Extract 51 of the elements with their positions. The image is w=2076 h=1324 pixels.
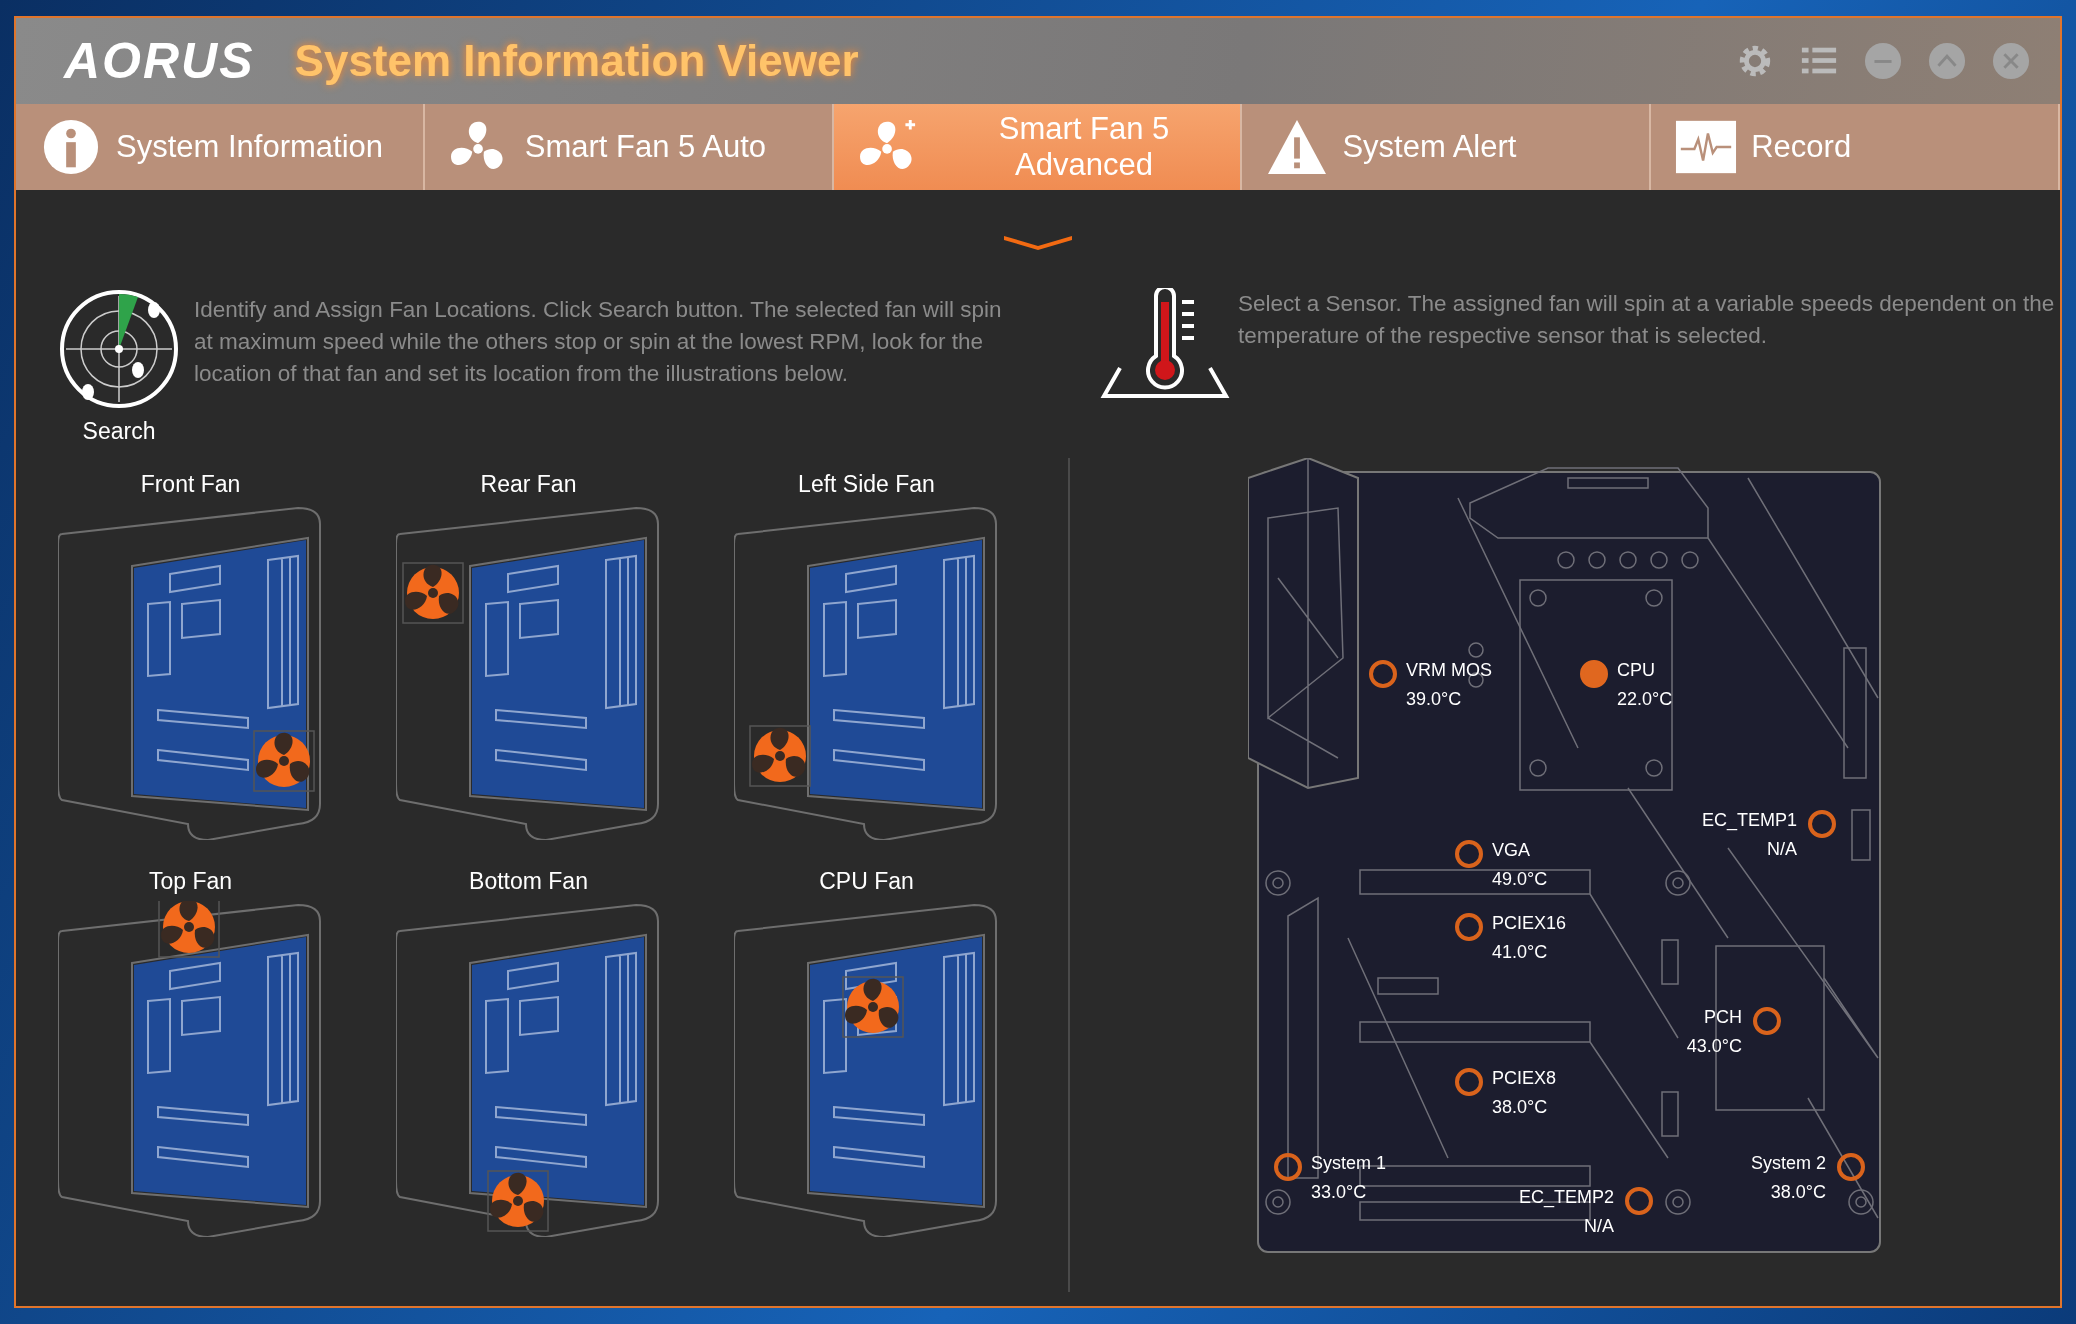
warning-icon bbox=[1266, 118, 1329, 176]
sensor-selector[interactable] bbox=[1455, 1068, 1483, 1096]
sensor-name: PCIEX8 bbox=[1492, 1068, 1557, 1089]
sensor-temperature: 38.0°C bbox=[1492, 1097, 1548, 1118]
waveform-icon bbox=[1675, 118, 1738, 176]
sensor-selector[interactable] bbox=[1274, 1153, 1302, 1181]
sensor-name: VRM MOS bbox=[1406, 660, 1492, 681]
fan-location-label: CPU Fan bbox=[819, 868, 914, 895]
sensor-name: EC_TEMP1 bbox=[1701, 810, 1797, 831]
sensor-temperature: 39.0°C bbox=[1406, 689, 1462, 710]
tab[interactable]: Smart Fan 5 Advanced bbox=[833, 104, 1243, 190]
sensor-selector[interactable] bbox=[1455, 840, 1483, 868]
sensor-name: System 2 bbox=[1750, 1153, 1826, 1174]
sensor-temperature: 38.0°C bbox=[1770, 1182, 1826, 1203]
search-button[interactable]: Search bbox=[58, 288, 180, 445]
sensor-temperature: 33.0°C bbox=[1311, 1182, 1367, 1203]
radar-icon bbox=[58, 288, 180, 410]
instructions-text: Identify and Assign Fan Locations. Click Search button. The selected fan will spin at maximum speed while the others stop or spin at the lowest RPM, look for the location of that fan and set its location from the illustrations below. bbox=[194, 296, 1003, 388]
sensor-name: CPU bbox=[1617, 660, 1655, 681]
sensor-name: PCIEX16 bbox=[1492, 913, 1567, 934]
sensor-temperature: 49.0°C bbox=[1492, 869, 1548, 890]
pc-case-drawing[interactable] bbox=[734, 504, 999, 840]
sensor-selector[interactable] bbox=[1455, 913, 1483, 941]
sensor-temperature: N/A bbox=[1767, 839, 1797, 860]
pc-case-drawing[interactable] bbox=[58, 901, 323, 1237]
fan-location-label: Left Side Fan bbox=[798, 471, 935, 498]
sensor-name: System 1 bbox=[1311, 1153, 1387, 1174]
sensor-selector[interactable] bbox=[1808, 810, 1836, 838]
pc-case-drawing[interactable] bbox=[58, 504, 323, 840]
fan-location-label: Bottom Fan bbox=[469, 868, 588, 895]
fan-location-label: Top Fan bbox=[148, 868, 233, 895]
sensor-temperature: N/A bbox=[1584, 1216, 1614, 1237]
sensor-temperature: 41.0°C bbox=[1492, 942, 1548, 963]
sensor-name: PCH bbox=[1704, 1007, 1742, 1028]
pc-case-drawing[interactable] bbox=[396, 504, 661, 840]
sensor-selector[interactable] bbox=[1837, 1153, 1865, 1181]
sensor-selector[interactable] bbox=[1369, 660, 1397, 688]
sensor-name: VGA bbox=[1492, 840, 1530, 861]
sensor-name: EC_TEMP2 bbox=[1518, 1187, 1614, 1208]
thermometer-icon bbox=[1100, 288, 1230, 400]
sensor-temperature: 43.0°C bbox=[1686, 1036, 1742, 1057]
logo: AORUS bbox=[64, 32, 255, 90]
sensor-selector[interactable] bbox=[1753, 1007, 1781, 1035]
instructions-text: Select a Sensor. The assigned fan will spin at a variable speeds dependent on the temperature of the respective sensor that is selected. bbox=[1238, 290, 2056, 350]
window-title: System Information Viewer bbox=[294, 36, 860, 86]
pc-case-drawing[interactable] bbox=[396, 901, 661, 1237]
sensor-temperature: 22.0°C bbox=[1617, 689, 1673, 710]
fan-location-label: Rear Fan bbox=[480, 471, 577, 498]
pc-case-drawing[interactable] bbox=[734, 901, 999, 1237]
sensor-selector[interactable] bbox=[1625, 1187, 1653, 1215]
fan-location-label: Front Fan bbox=[140, 471, 241, 498]
